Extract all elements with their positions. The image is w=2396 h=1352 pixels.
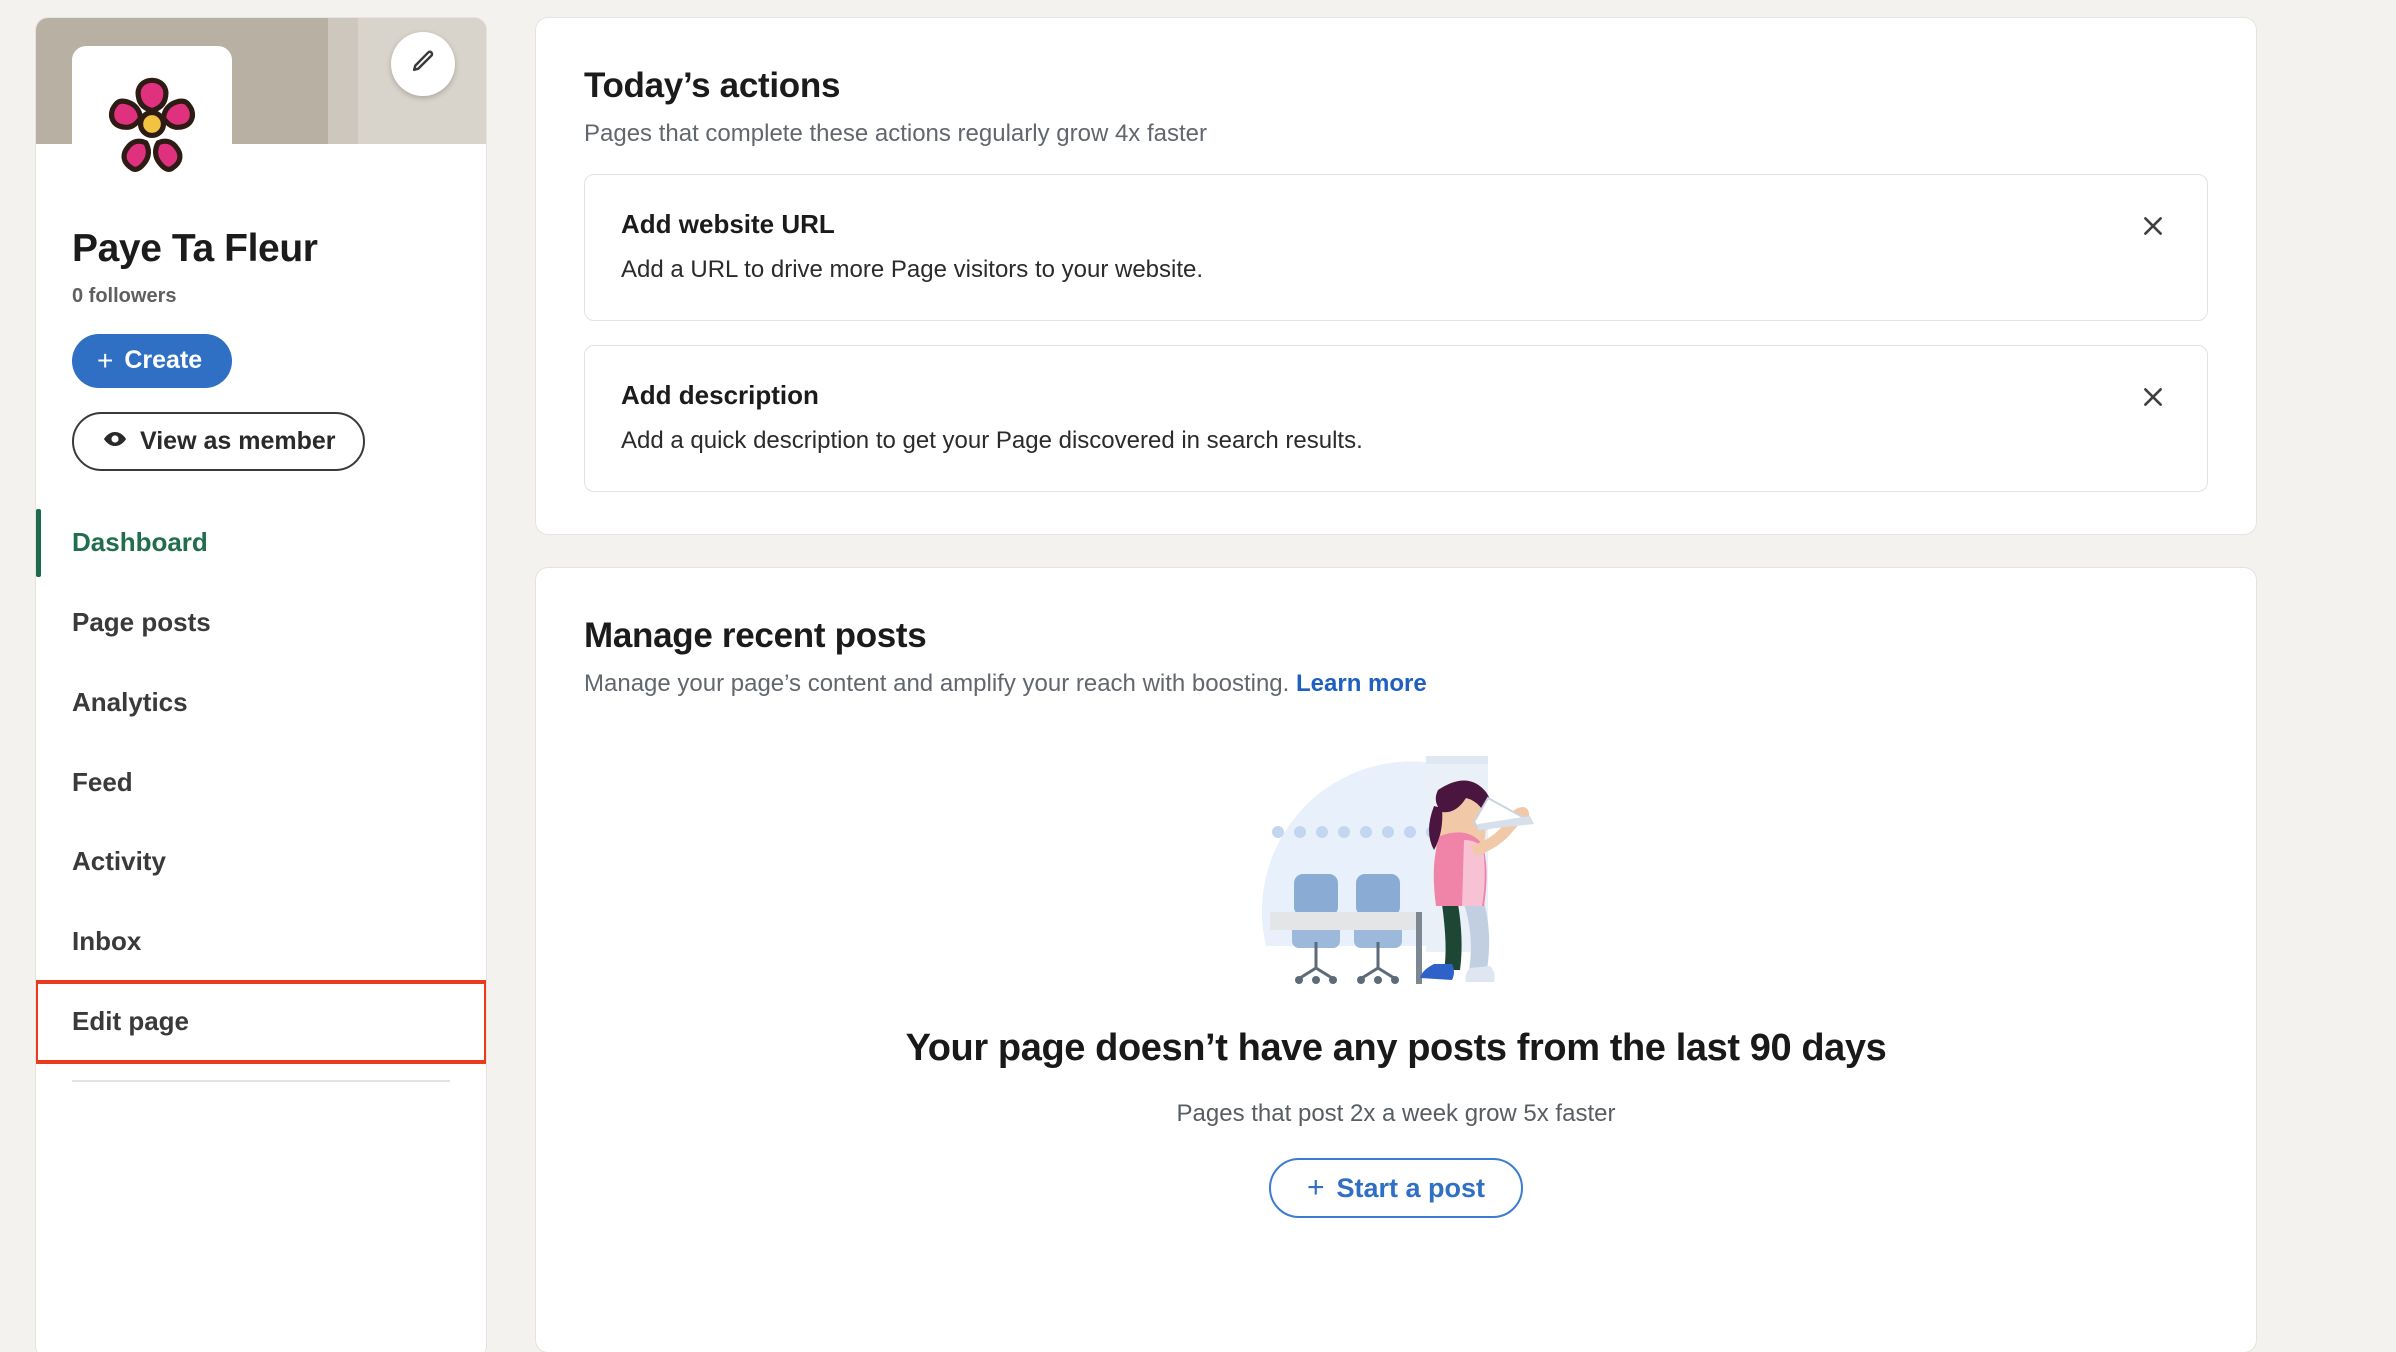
create-button-label: Create bbox=[124, 346, 203, 375]
page-title: Paye Ta Fleur bbox=[72, 227, 318, 270]
empty-posts-subtitle: Pages that post 2x a week grow 5x faster bbox=[1176, 1100, 1616, 1127]
sidebar-item-label: Page posts bbox=[72, 606, 211, 637]
action-title: Add website URL bbox=[621, 209, 835, 239]
followers-count: 0 followers bbox=[72, 284, 177, 307]
sidebar-item-feed[interactable]: Feed bbox=[36, 743, 486, 823]
pencil-icon bbox=[409, 48, 437, 81]
empty-posts-state: Your page doesn’t have any posts from th… bbox=[584, 736, 2208, 1218]
todays-actions-card: Today’s actions Pages that complete thes… bbox=[536, 18, 2256, 534]
empty-posts-title: Your page doesn’t have any posts from th… bbox=[905, 1027, 1887, 1069]
todays-actions-title: Today’s actions bbox=[584, 66, 841, 105]
close-icon bbox=[2140, 384, 2166, 413]
close-icon bbox=[2140, 213, 2166, 242]
sidebar-divider bbox=[72, 1080, 450, 1083]
create-button[interactable]: + Create bbox=[72, 333, 233, 388]
learn-more-link[interactable]: Learn more bbox=[1296, 670, 1427, 697]
action-card-add-description[interactable]: Add description Add a quick description … bbox=[584, 345, 2208, 492]
plus-icon: + bbox=[1306, 1171, 1325, 1204]
manage-recent-posts-subtitle: Manage your page’s content and amplify y… bbox=[584, 670, 2208, 698]
todays-actions-list: Add website URL Add a URL to drive more … bbox=[584, 174, 2208, 492]
sidebar-item-dashboard[interactable]: Dashboard bbox=[36, 503, 486, 583]
sidebar-item-label: Dashboard bbox=[72, 526, 208, 557]
sidebar-item-label: Analytics bbox=[72, 686, 188, 717]
sidebar-item-label: Activity bbox=[72, 846, 166, 877]
view-as-member-label: View as member bbox=[140, 426, 336, 455]
profile-actions: + Create bbox=[36, 308, 486, 388]
action-card-add-website-url[interactable]: Add website URL Add a URL to drive more … bbox=[584, 174, 2208, 321]
manage-recent-posts-subtitle-text: Manage your page’s content and amplify y… bbox=[584, 670, 1290, 697]
main-content: Today’s actions Pages that complete thes… bbox=[536, 18, 2396, 1352]
dismiss-add-website-url-button[interactable] bbox=[2131, 205, 2175, 249]
start-a-post-label: Start a post bbox=[1336, 1172, 1486, 1203]
page-root: Paye Ta Fleur 0 followers + Create View … bbox=[0, 0, 2396, 1352]
action-description: Add a quick description to get your Page… bbox=[621, 427, 1363, 454]
sidebar-item-label: Feed bbox=[72, 766, 133, 797]
flower-icon bbox=[100, 72, 204, 181]
sidebar: Paye Ta Fleur 0 followers + Create View … bbox=[36, 18, 486, 1352]
sidebar-item-activity[interactable]: Activity bbox=[36, 822, 486, 902]
person-at-standing-desk-illustration bbox=[1256, 736, 1536, 991]
manage-recent-posts-title: Manage recent posts bbox=[584, 616, 927, 655]
view-as-member-row: View as member bbox=[36, 388, 486, 471]
sidebar-item-analytics[interactable]: Analytics bbox=[36, 663, 486, 743]
avatar[interactable] bbox=[72, 46, 232, 206]
plus-icon: + bbox=[97, 344, 114, 376]
view-as-member-button[interactable]: View as member bbox=[72, 411, 366, 471]
dismiss-add-description-button[interactable] bbox=[2131, 376, 2175, 420]
sidebar-item-label: Inbox bbox=[72, 926, 142, 957]
sidebar-item-label: Edit page bbox=[72, 1006, 190, 1037]
edit-cover-button[interactable] bbox=[391, 32, 455, 96]
sidebar-item-edit-page[interactable]: Edit page bbox=[36, 980, 486, 1065]
action-description: Add a URL to drive more Page visitors to… bbox=[621, 256, 1204, 283]
sidebar-nav: Dashboard Page posts Analytics Feed Acti… bbox=[36, 503, 486, 1092]
start-a-post-button[interactable]: + Start a post bbox=[1268, 1158, 1524, 1218]
manage-recent-posts-card: Manage recent posts Manage your page’s c… bbox=[536, 568, 2256, 1352]
sidebar-item-page-posts[interactable]: Page posts bbox=[36, 583, 486, 663]
cover-band-mid bbox=[328, 18, 358, 144]
todays-actions-subtitle: Pages that complete these actions regula… bbox=[584, 120, 1207, 147]
action-title: Add description bbox=[621, 380, 819, 410]
eye-icon bbox=[102, 426, 128, 457]
sidebar-item-inbox[interactable]: Inbox bbox=[36, 902, 486, 982]
